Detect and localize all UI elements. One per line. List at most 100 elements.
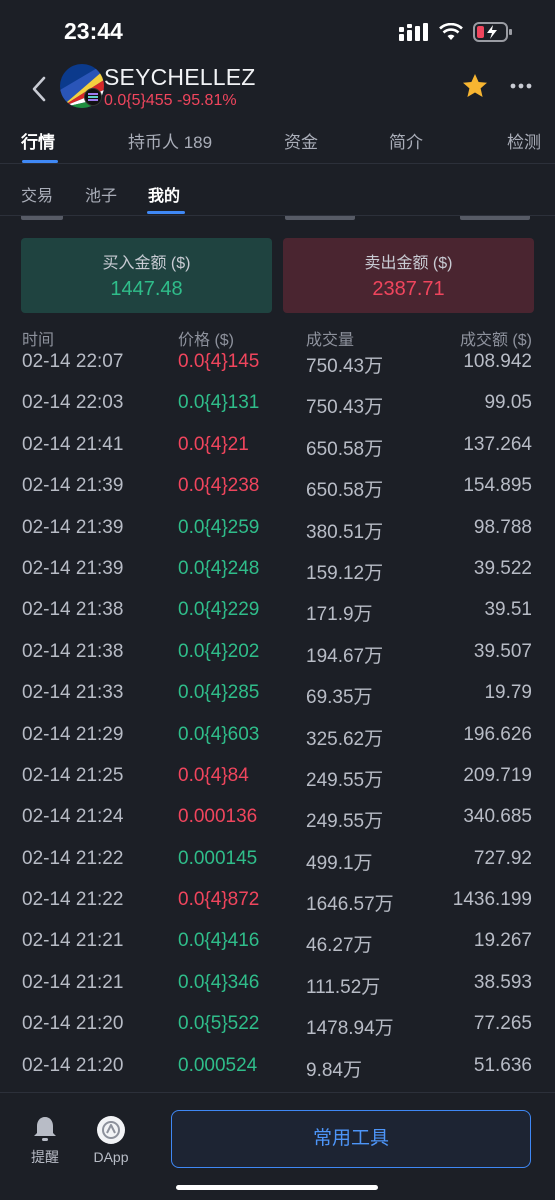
table-row[interactable]: 02-14 21:39 0.0{4}248 159.12万 39.522: [0, 548, 555, 589]
table-row[interactable]: 02-14 22:07 0.0{4}145 750.43万 108.942: [0, 341, 555, 382]
home-indicator: [176, 1185, 378, 1190]
trade-time: 02-14 21:29: [22, 723, 124, 745]
token-price-change: 0.0{5}455 -95.81%: [104, 92, 237, 109]
common-tools-button[interactable]: 常用工具: [171, 1110, 531, 1168]
bell-icon: [34, 1117, 56, 1141]
tab-mine[interactable]: 我的: [148, 182, 180, 206]
trade-time: 02-14 21:41: [22, 433, 124, 455]
trade-volume: 111.52万: [306, 976, 381, 998]
buy-amount-card: 买入金额 ($) 1447.48: [21, 238, 272, 313]
token-name: SEYCHELLEZ: [104, 64, 256, 90]
table-row[interactable]: 02-14 21:20 0.0{5}522 1478.94万 77.265: [0, 1003, 555, 1044]
table-row[interactable]: 02-14 21:38 0.0{4}229 171.9万 39.51: [0, 589, 555, 630]
trade-price: 0.0{4}248: [178, 557, 260, 579]
more-icon[interactable]: [509, 74, 533, 98]
trade-price: 0.000136: [178, 806, 258, 828]
trade-time: 02-14 21:39: [22, 475, 124, 497]
back-chevron-icon[interactable]: [28, 74, 50, 104]
table-row[interactable]: 02-14 21:41 0.0{4}21 650.58万 137.264: [0, 424, 555, 465]
trade-time: 02-14 21:25: [22, 764, 124, 786]
trade-time: 02-14 22:07: [22, 351, 124, 372]
trade-volume: 650.58万: [306, 480, 384, 502]
table-row[interactable]: 02-14 21:22 0.000145 499.1万 727.92: [0, 838, 555, 879]
alert-label: 提醒: [31, 1149, 59, 1165]
tab-funds[interactable]: 资金: [284, 128, 318, 153]
table-row[interactable]: 02-14 21:39 0.0{4}259 380.51万 98.788: [0, 507, 555, 548]
table-row[interactable]: 02-14 21:24 0.000136 249.55万 340.685: [0, 796, 555, 837]
trade-amount: 196.626: [463, 723, 532, 745]
trade-amount: 38.593: [473, 971, 532, 993]
trade-amount: 209.719: [463, 764, 532, 786]
trade-amount: 137.264: [463, 433, 532, 455]
trade-price: 0.0{4}145: [178, 351, 260, 372]
system-icons: [399, 22, 513, 42]
buy-amount-label: 买入金额 ($): [102, 255, 191, 272]
table-row[interactable]: 02-14 22:03 0.0{4}131 750.43万 99.05: [0, 382, 555, 423]
trade-volume: 750.43万: [306, 397, 384, 419]
table-row[interactable]: 02-14 21:20 0.000524 9.84万 51.636: [0, 1045, 555, 1086]
trade-volume: 1478.94万: [306, 1018, 394, 1040]
trade-price: 0.0{4}346: [178, 971, 260, 993]
trade-time: 02-14 21:20: [22, 1013, 124, 1035]
trade-amount: 77.265: [473, 1013, 532, 1035]
tab-market[interactable]: 行情: [21, 128, 55, 153]
active-tab-indicator: [22, 160, 58, 163]
trade-price: 0.0{4}872: [178, 889, 260, 911]
trade-price: 0.0{4}603: [178, 723, 260, 745]
trade-volume: 171.9万: [306, 604, 373, 626]
dapp-button[interactable]: DApp: [88, 1115, 134, 1165]
tab-check[interactable]: 检测: [507, 128, 541, 153]
trade-amount: 19.79: [484, 682, 532, 704]
trade-time: 02-14 21:22: [22, 847, 124, 869]
table-row[interactable]: 02-14 21:21 0.0{4}416 46.27万 19.267: [0, 920, 555, 961]
dapp-label: DApp: [93, 1149, 129, 1165]
tab-pools[interactable]: 池子: [85, 182, 117, 206]
trade-price: 0.0{5}522: [178, 1013, 260, 1035]
star-icon[interactable]: [461, 72, 489, 100]
trade-price: 0.0{4}21: [178, 433, 249, 455]
table-row[interactable]: 02-14 21:21 0.0{4}346 111.52万 38.593: [0, 962, 555, 1003]
trade-price: 0.000524: [178, 1054, 258, 1076]
table-row[interactable]: 02-14 21:25 0.0{4}84 249.55万 209.719: [0, 755, 555, 796]
wifi-icon: [439, 23, 463, 40]
trade-amount: 108.942: [463, 351, 532, 372]
trade-amount: 340.685: [463, 806, 532, 828]
table-row[interactable]: 02-14 21:38 0.0{4}202 194.67万 39.507: [0, 631, 555, 672]
active-subtab-indicator: [147, 211, 185, 214]
tab-intro[interactable]: 简介: [389, 128, 423, 153]
trade-amount: 39.51: [484, 599, 532, 621]
trade-volume: 159.12万: [306, 562, 384, 584]
trade-volume: 380.51万: [306, 521, 384, 543]
trade-time: 02-14 21:38: [22, 599, 124, 621]
sell-amount-label: 卖出金额 ($): [364, 255, 453, 272]
trade-amount: 98.788: [473, 516, 532, 538]
table-row[interactable]: 02-14 21:39 0.0{4}238 650.58万 154.895: [0, 465, 555, 506]
trade-time: 02-14 21:21: [22, 971, 124, 993]
trade-time: 02-14 21:39: [22, 516, 124, 538]
trade-amount: 39.507: [473, 640, 532, 662]
trade-time: 02-14 21:33: [22, 682, 124, 704]
main-tabs: 行情 持币人 189 资金 简介 检测: [0, 120, 555, 164]
trade-amount: 51.636: [473, 1054, 532, 1076]
table-row[interactable]: 02-14 21:33 0.0{4}285 69.35万 19.79: [0, 672, 555, 713]
table-row[interactable]: 02-14 21:29 0.0{4}603 325.62万 196.626: [0, 714, 555, 755]
trade-price: 0.0{4}416: [178, 930, 260, 952]
token-header: SEYCHELLEZ 0.0{5}455 -95.81%: [0, 60, 555, 120]
trade-price: 0.0{4}202: [178, 640, 260, 662]
sell-amount-value: 2387.71: [372, 278, 445, 300]
trade-amount: 99.05: [484, 392, 532, 414]
trade-amount: 154.895: [463, 475, 532, 497]
tab-holders[interactable]: 持币人 189: [128, 128, 212, 153]
trade-volume: 1646.57万: [306, 894, 394, 916]
status-time: 23:44: [64, 18, 123, 44]
tab-trades[interactable]: 交易: [21, 182, 53, 206]
trade-volume: 325.62万: [306, 728, 384, 750]
trade-volume: 9.84万: [306, 1059, 362, 1081]
trade-volume: 499.1万: [306, 852, 373, 874]
trade-price: 0.0{4}259: [178, 516, 260, 538]
trade-time: 02-14 22:03: [22, 392, 124, 414]
trade-volume: 249.55万: [306, 769, 384, 791]
alert-button[interactable]: 提醒: [24, 1115, 66, 1167]
table-row[interactable]: 02-14 21:22 0.0{4}872 1646.57万 1436.199: [0, 879, 555, 920]
battery-icon: [473, 22, 512, 42]
